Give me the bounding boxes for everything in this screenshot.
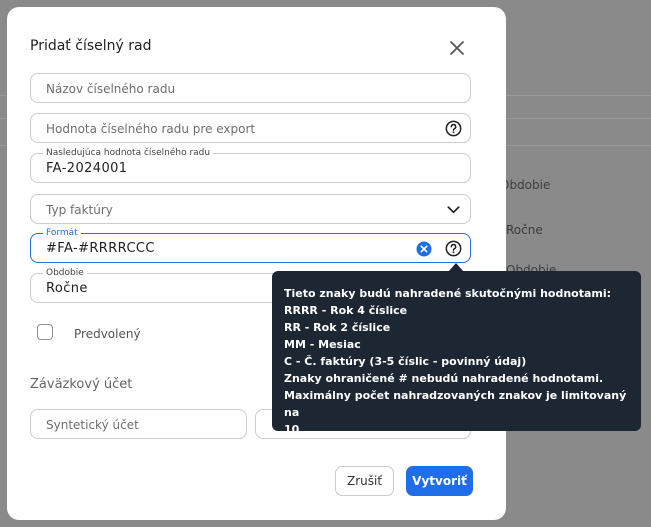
add-number-series-dialog: Pridať číselný rad Názov číselného radu … bbox=[7, 7, 506, 520]
chevron-down-icon bbox=[447, 206, 460, 214]
next-value-field[interactable]: Nasledujúca hodnota číselného radu FA-20… bbox=[30, 147, 471, 183]
close-button[interactable] bbox=[447, 38, 467, 58]
default-checkbox-label: Predvolený bbox=[74, 327, 141, 341]
tooltip-line: Tieto znaky budú nahradené skutočnými ho… bbox=[284, 287, 612, 300]
next-value-input[interactable]: FA-2024001 bbox=[46, 161, 127, 176]
create-button[interactable]: Vytvoriť bbox=[406, 466, 473, 496]
synthetic-account-placeholder: Syntetický účet bbox=[46, 418, 139, 432]
tooltip-line: RRRR - Rok 4 číslice bbox=[284, 304, 408, 317]
cancel-button[interactable]: Zrušiť bbox=[335, 466, 394, 496]
format-help-tooltip: Tieto znaky budú nahradené skutočnými ho… bbox=[272, 271, 641, 436]
section-title: Záväzkový účet bbox=[30, 377, 133, 392]
invoice-type-select[interactable]: Typ faktúry bbox=[30, 194, 471, 224]
invoice-type-placeholder: Typ faktúry bbox=[46, 203, 113, 217]
tooltip-line: 10. bbox=[284, 423, 304, 436]
close-icon bbox=[450, 41, 464, 55]
name-placeholder: Názov číselného radu bbox=[46, 82, 176, 96]
dialog-title: Pridať číselný rad bbox=[30, 38, 152, 54]
format-field[interactable]: Formát #FA-#RRRRCCC bbox=[30, 227, 471, 263]
default-checkbox[interactable] bbox=[37, 324, 53, 340]
help-icon[interactable] bbox=[445, 240, 462, 257]
export-value-placeholder: Hodnota číselného radu pre export bbox=[46, 122, 256, 136]
bg-column-header: Obdobie bbox=[500, 178, 551, 192]
period-label: Obdobie bbox=[43, 267, 87, 279]
tooltip-line: C - Č. faktúry (3-5 číslic - povinný úda… bbox=[284, 355, 527, 368]
tooltip-line: RR - Rok 2 číslice bbox=[284, 321, 391, 334]
tooltip-line: Maximálny počet nahradzovaných znakov je… bbox=[284, 389, 627, 419]
clear-icon[interactable] bbox=[416, 241, 432, 257]
export-value-field[interactable]: Hodnota číselného radu pre export bbox=[30, 113, 471, 143]
synthetic-account-field[interactable]: Syntetický účet bbox=[30, 409, 247, 439]
tooltip-line: MM - Mesiac bbox=[284, 338, 361, 351]
next-value-label: Nasledujúca hodnota číselného radu bbox=[43, 147, 214, 159]
format-input[interactable]: #FA-#RRRRCCC bbox=[46, 241, 155, 256]
tooltip-line: Znaky ohraničené # nebudú nahradené hodn… bbox=[284, 372, 604, 385]
bg-cell: Ročne bbox=[506, 223, 543, 237]
name-field[interactable]: Názov číselného radu bbox=[30, 73, 471, 103]
format-label: Formát bbox=[43, 227, 81, 239]
period-value: Ročne bbox=[46, 281, 88, 296]
help-icon[interactable] bbox=[445, 120, 462, 137]
